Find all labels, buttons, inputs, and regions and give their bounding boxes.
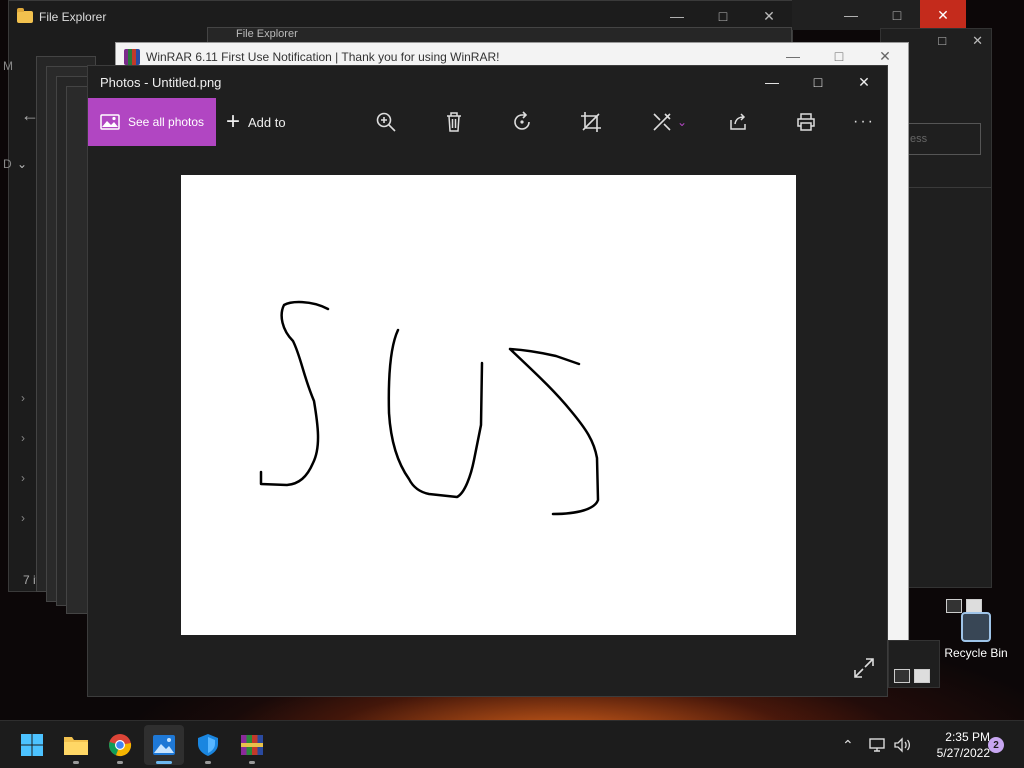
taskbar-photos[interactable]	[144, 725, 184, 765]
drawn-strokes-image	[259, 300, 600, 516]
photos-caption-buttons: — □ ✕	[749, 66, 887, 98]
photo-icon	[100, 114, 120, 130]
view-toggles	[946, 599, 982, 613]
chevron-down-icon: ⌄	[676, 115, 688, 129]
taskbar-winrar[interactable]	[232, 725, 272, 765]
plus-icon: +	[226, 108, 241, 135]
close-button[interactable]: ✕	[920, 0, 966, 30]
zoom-in-icon[interactable]	[366, 98, 406, 146]
side-letter-m: M	[3, 59, 13, 73]
chevron-right-icon[interactable]: ›	[21, 511, 25, 525]
crop-icon[interactable]	[571, 98, 611, 146]
taskbar-defender[interactable]	[188, 725, 228, 765]
see-all-photos-button[interactable]: See all photos	[88, 98, 216, 146]
chrome-icon	[109, 734, 132, 757]
view-toggles	[894, 669, 930, 683]
details-view-button[interactable]	[894, 669, 910, 683]
details-view-button[interactable]	[946, 599, 962, 613]
add-to-button[interactable]: + Add to	[226, 98, 286, 146]
recycle-bin-label: Recycle Bin	[944, 646, 1008, 660]
close-button[interactable]: ✕	[972, 33, 983, 49]
tiles-view-button[interactable]	[966, 599, 982, 613]
chevron-right-icon[interactable]: ›	[21, 471, 25, 485]
running-indicator	[205, 761, 211, 764]
shield-icon	[198, 734, 218, 756]
photos-app-icon	[153, 735, 175, 755]
photos-window[interactable]: Photos - Untitled.png — □ ✕ See all phot…	[87, 65, 888, 697]
rotate-icon[interactable]	[502, 98, 542, 146]
caption-buttons: □ ✕	[938, 33, 983, 49]
clock-date: 5/27/2022	[936, 746, 990, 760]
expand-icon[interactable]	[853, 657, 875, 684]
taskbar: ⌃ 2:35 PM 5/27/2022 2	[0, 720, 1024, 768]
see-all-photos-label: See all photos	[128, 115, 205, 129]
running-indicator	[156, 761, 172, 764]
start-button[interactable]	[12, 725, 52, 765]
file-explorer-title: File Explorer	[39, 10, 107, 24]
more-icon[interactable]: ···	[844, 98, 884, 146]
edit-icon[interactable]: ⌄	[644, 98, 694, 146]
share-icon[interactable]	[718, 98, 758, 146]
windows-icon	[21, 734, 43, 756]
show-hidden-icons-button[interactable]: ⌃	[842, 721, 854, 768]
chevron-up-icon: ⌃	[842, 736, 854, 753]
tiles-view-button[interactable]	[914, 669, 930, 683]
address-bar[interactable]: ess	[901, 123, 981, 155]
file-explorer-window-2-titlebar[interactable]: — □ ✕	[792, 0, 966, 30]
file-explorer-title-back: File Explorer	[236, 28, 298, 40]
chevron-right-icon[interactable]: ›	[21, 391, 25, 405]
minimize-button[interactable]: —	[828, 0, 874, 30]
folder-icon	[17, 8, 33, 23]
winrar-icon	[241, 735, 263, 755]
maximize-button[interactable]: □	[795, 66, 841, 98]
recycle-bin-shortcut[interactable]: Recycle Bin	[940, 612, 1012, 660]
running-indicator	[73, 761, 79, 764]
caption-buttons: — □ ✕	[828, 0, 966, 30]
close-button[interactable]: ✕	[841, 66, 887, 98]
chevron-down-icon[interactable]: ⌄	[17, 157, 27, 171]
minimize-button[interactable]: —	[749, 66, 795, 98]
taskbar-file-explorer[interactable]	[56, 725, 96, 765]
recycle-bin-icon	[961, 612, 991, 642]
chevron-right-icon[interactable]: ›	[21, 431, 25, 445]
add-to-label: Add to	[248, 114, 286, 130]
running-indicator	[249, 761, 255, 764]
side-letter-d: D	[3, 157, 12, 171]
maximize-button[interactable]: □	[874, 0, 920, 30]
volume-icon[interactable]	[893, 721, 911, 768]
taskbar-chrome[interactable]	[100, 725, 140, 765]
running-indicator	[117, 761, 123, 764]
photos-toolbar: See all photos + Add to ⌄ ···	[88, 98, 887, 146]
image-canvas[interactable]	[181, 175, 796, 635]
winrar-icon	[124, 49, 140, 65]
winrar-title: WinRAR 6.11 First Use Notification | Tha…	[146, 50, 500, 64]
taskbar-clock[interactable]: 2:35 PM 5/27/2022	[918, 729, 990, 761]
photos-title: Photos - Untitled.png	[100, 74, 222, 90]
clock-time: 2:35 PM	[945, 730, 990, 744]
folder-icon	[64, 737, 88, 755]
maximize-button[interactable]: □	[938, 33, 946, 49]
notification-badge[interactable]: 2	[988, 737, 1004, 753]
print-icon[interactable]	[786, 98, 826, 146]
delete-icon[interactable]	[434, 98, 474, 146]
network-icon[interactable]	[869, 721, 887, 768]
